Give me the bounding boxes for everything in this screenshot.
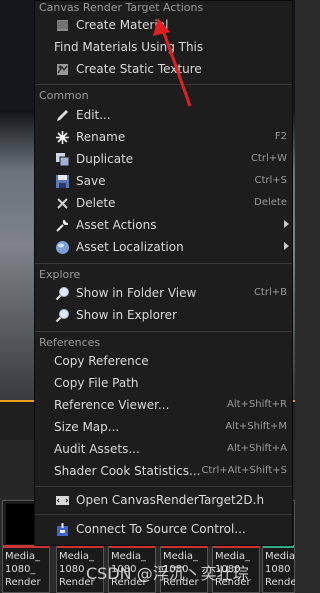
menu-item-copy-reference[interactable]: Copy Reference — [35, 351, 292, 373]
menu-item-duplicate[interactable]: Duplicate Ctrl+W — [35, 149, 292, 171]
menu-item-shortcut: Alt+Shift+M — [225, 421, 287, 432]
menu-item-label: Find Materials Using This — [54, 40, 204, 54]
menu-item-label: Duplicate — [76, 152, 134, 166]
menu-separator — [35, 263, 292, 264]
rename-icon — [56, 131, 69, 144]
menu-item-copy-file-path[interactable]: Copy File Path — [35, 373, 292, 395]
menu-item-shortcut: Delete — [254, 197, 287, 208]
menu-item-label: Audit Assets... — [54, 442, 140, 456]
menu-item-label: Shader Cook Statistics... — [54, 464, 201, 478]
menu-item-edit[interactable]: Edit... — [35, 105, 292, 127]
asset-name: Media_ — [265, 551, 295, 562]
section-header-explore: Explore — [39, 268, 81, 281]
menu-item-connect-to-source-control[interactable]: Connect To Source Control... — [35, 519, 292, 541]
submenu-arrow-icon — [284, 220, 289, 228]
menu-item-asset-localization[interactable]: Asset Localization — [35, 237, 292, 259]
static-texture-icon — [57, 64, 68, 75]
menu-item-audit-assets[interactable]: Audit Assets... Alt+Shift+A — [35, 439, 292, 461]
menu-item-find-materials-using-this[interactable]: Find Materials Using This — [35, 37, 292, 59]
section-header-references: References — [39, 336, 101, 349]
source-control-icon — [57, 523, 68, 536]
duplicate-icon — [56, 153, 70, 167]
menu-item-rename[interactable]: Rename F2 — [35, 127, 292, 149]
menu-item-shortcut: Ctrl+B — [253, 287, 287, 298]
menu-item-reference-viewer[interactable]: Reference Viewer... Alt+Shift+R — [35, 395, 292, 417]
menu-item-show-in-folder-view[interactable]: Show in Folder View Ctrl+B — [35, 283, 292, 305]
menu-item-asset-actions[interactable]: Asset Actions — [35, 215, 292, 237]
save-disk-icon — [56, 175, 69, 188]
menu-item-shortcut: Alt+Shift+R — [227, 399, 287, 410]
menu-item-label: Connect To Source Control... — [76, 522, 246, 536]
menu-item-size-map[interactable]: Size Map... Alt+Shift+M — [35, 417, 292, 439]
menu-item-shortcut: Ctrl+Alt+Shift+S — [201, 465, 287, 476]
menu-item-label: Reference Viewer... — [54, 398, 170, 412]
menu-separator — [35, 514, 292, 515]
menu-item-open-header[interactable]: Open CanvasRenderTarget2D.h — [35, 490, 292, 512]
watermark: CSDN @浮沉丶奕壮琮 — [86, 564, 249, 583]
menu-item-shortcut: F2 — [274, 131, 287, 142]
submenu-arrow-icon — [284, 242, 289, 250]
menu-item-label: Asset Localization — [76, 240, 184, 254]
magnifier-icon — [55, 309, 69, 323]
magnifier-icon — [55, 287, 69, 301]
menu-item-label: Copy Reference — [54, 354, 149, 368]
wrench-icon — [56, 219, 69, 232]
material-icon — [57, 20, 68, 31]
menu-item-label: Asset Actions — [76, 218, 157, 232]
menu-item-shader-cook-statistics[interactable]: Shader Cook Statistics... Ctrl+Alt+Shift… — [35, 461, 292, 483]
menu-item-label: Size Map... — [54, 420, 120, 434]
section-header-canvas-render-target-actions: Canvas Render Target Actions — [39, 1, 204, 14]
menu-item-label: Rename — [76, 130, 126, 144]
menu-item-label: Delete — [76, 196, 116, 210]
menu-item-label: Copy File Path — [54, 376, 139, 390]
menu-separator — [35, 486, 292, 487]
menu-item-label: Show in Explorer — [76, 308, 177, 322]
menu-item-delete[interactable]: Delete Delete — [35, 193, 292, 215]
menu-item-shortcut: Ctrl+W — [250, 153, 287, 164]
menu-item-create-static-texture[interactable]: Create Static Texture — [35, 59, 292, 81]
delete-x-icon — [57, 198, 68, 209]
context-menu: Canvas Render Target Actions Create Mate… — [34, 0, 293, 546]
menu-separator — [35, 331, 292, 332]
menu-item-shortcut: Ctrl+S — [254, 175, 287, 186]
menu-item-label: Show in Folder View — [76, 286, 197, 300]
menu-item-save[interactable]: Save Ctrl+S — [35, 171, 292, 193]
section-header-common: Common — [39, 89, 89, 102]
asset-name: Media_ — [5, 551, 41, 562]
globe-icon — [56, 241, 69, 254]
menu-item-label: Open CanvasRenderTarget2D.h — [76, 493, 265, 507]
edit-pencil-icon — [57, 110, 68, 121]
menu-item-label: Create Static Texture — [76, 62, 202, 76]
menu-item-label: Edit... — [76, 108, 111, 122]
code-file-icon — [56, 496, 69, 505]
menu-item-shortcut: Alt+Shift+A — [227, 443, 287, 454]
menu-separator — [35, 84, 292, 85]
menu-item-show-in-explorer[interactable]: Show in Explorer — [35, 305, 292, 327]
menu-item-label: Save — [76, 174, 106, 188]
menu-item-create-material[interactable]: Create Material — [35, 15, 292, 37]
menu-item-label: Create Material — [76, 18, 169, 32]
